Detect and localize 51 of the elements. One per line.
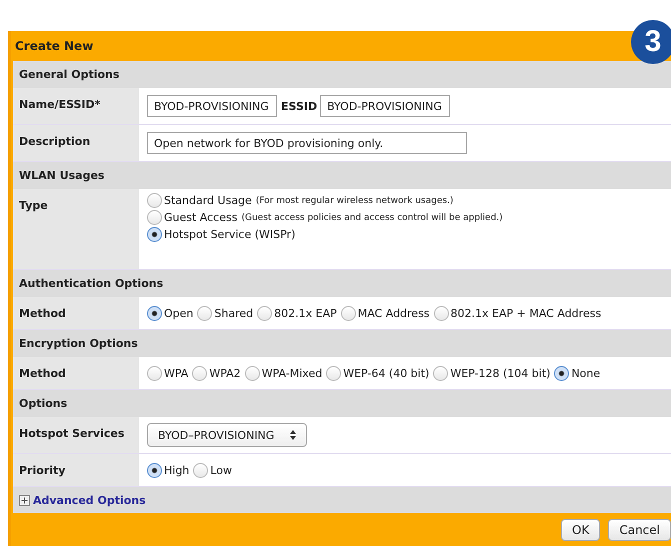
radio-icon[interactable] [340,306,356,320]
field-label: Method [13,357,139,389]
radio-option[interactable]: WEP-128 (104 bit) [433,366,550,380]
field-label: Hotspot Services [13,417,139,453]
radio-option[interactable]: Guest Access (Guest access policies and access control will be applied.) [147,210,503,225]
advanced-options-link[interactable]: Advanced Options [33,494,146,506]
radio-icon[interactable] [434,306,449,320]
radio-icon[interactable] [147,366,162,380]
radio-option[interactable]: Shared [197,306,254,320]
radio-icon[interactable] [554,366,570,380]
field-label: Method [13,297,139,329]
radio-option[interactable]: WPA2 [192,366,241,380]
radio-option[interactable]: Low [193,462,232,478]
radio-option[interactable]: WPA [147,366,188,380]
radio-icon[interactable] [244,366,260,380]
radio-icon[interactable] [147,210,162,225]
radio-icon[interactable] [193,462,208,478]
expand-icon[interactable] [19,494,30,506]
ok-button[interactable]: OK [561,518,600,540]
field-label: Priority [13,454,139,486]
text-field[interactable]: BYOD-PROVISIONING [320,95,450,117]
field-label: Name/ESSID* [13,88,139,124]
radio-icon[interactable] [147,193,162,208]
radio-icon[interactable] [147,306,162,320]
radio-icon[interactable] [197,306,212,320]
radio-option[interactable]: Hotspot Service (WISPr) [147,227,296,242]
radio-icon[interactable] [147,227,162,242]
radio-option[interactable]: 802.1x EAP [257,306,337,320]
radio-option[interactable]: Standard Usage (For most regular wireless network usages.) [147,193,454,208]
field-label: Type [13,189,139,269]
radio-option[interactable]: MAC Address [340,306,430,320]
radio-option[interactable]: High [147,462,190,478]
radio-option[interactable]: WPA-Mixed [244,366,322,380]
radio-option[interactable]: Open [147,306,194,320]
radio-option[interactable]: 802.1x EAP + MAC Address [434,306,602,320]
radio-icon[interactable] [257,306,272,320]
radio-icon[interactable] [326,366,342,380]
field-label: Description [13,125,139,161]
radio-option[interactable]: WEP-64 (40 bit) [326,366,430,380]
radio-option[interactable]: None [554,366,600,380]
dropdown-select[interactable]: BYOD–PROVISIONING [147,423,308,447]
step-badge: 3 [631,20,671,64]
radio-icon[interactable] [147,462,162,478]
cancel-button[interactable]: Cancel [608,518,671,540]
field-label: ESSID [281,100,318,112]
text-field[interactable]: BYOD-PROVISIONING [147,95,277,117]
radio-icon[interactable] [192,366,208,380]
dialog-title: Create New [15,39,94,53]
radio-icon[interactable] [433,366,448,380]
text-field[interactable]: Open network for BYOD provisioning only. [147,132,467,154]
stepper-icon [290,430,296,440]
